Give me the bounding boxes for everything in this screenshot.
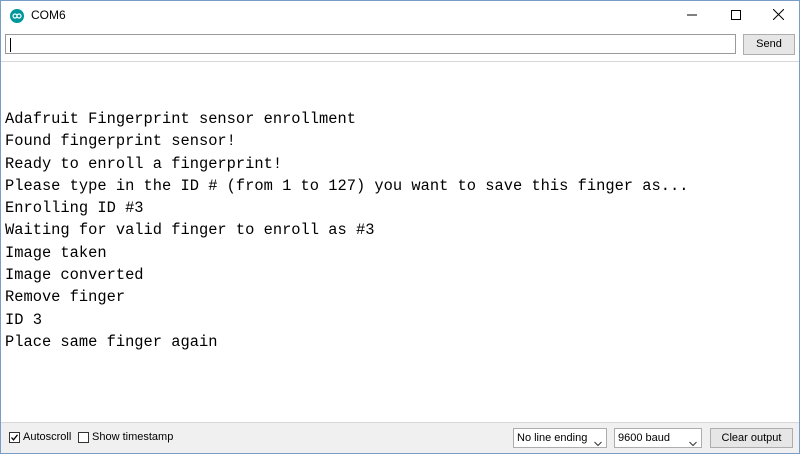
bottom-toolbar: Autoscroll Show timestamp No line ending… bbox=[1, 423, 799, 453]
send-button[interactable]: Send bbox=[743, 34, 795, 55]
autoscroll-option[interactable]: Autoscroll bbox=[9, 431, 71, 443]
title-bar[interactable]: COM6 bbox=[1, 1, 799, 31]
output-line: ID 3 bbox=[5, 310, 42, 329]
timestamp-option[interactable]: Show timestamp bbox=[78, 431, 173, 443]
minimize-button[interactable] bbox=[669, 1, 715, 31]
maximize-icon bbox=[731, 7, 741, 25]
autoscroll-checkbox[interactable] bbox=[9, 431, 20, 443]
close-icon bbox=[772, 7, 784, 25]
line-ending-value: No line ending bbox=[517, 432, 588, 444]
serial-input[interactable] bbox=[5, 34, 736, 54]
minimize-icon bbox=[687, 7, 697, 25]
baud-rate-select[interactable]: 9600 baud bbox=[614, 428, 702, 448]
line-ending-select[interactable]: No line ending bbox=[513, 428, 607, 448]
output-line: Please type in the ID # (from 1 to 127) … bbox=[5, 176, 689, 195]
output-line: Ready to enroll a fingerprint! bbox=[5, 154, 283, 173]
close-button[interactable] bbox=[755, 1, 799, 31]
output-line: Place same finger again bbox=[5, 332, 218, 351]
send-bar: Send bbox=[1, 31, 799, 62]
output-line: Waiting for valid finger to enroll as #3 bbox=[5, 221, 375, 240]
output-line: Remove finger bbox=[5, 288, 126, 307]
output-line: Image taken bbox=[5, 243, 107, 262]
autoscroll-label: Autoscroll bbox=[23, 431, 72, 443]
serial-output[interactable]: Adafruit Fingerprint sensor enrollment Fo… bbox=[1, 62, 799, 423]
timestamp-checkbox[interactable] bbox=[78, 431, 89, 443]
arduino-icon bbox=[10, 9, 24, 23]
window-title: COM6 bbox=[31, 8, 66, 22]
chevron-down-icon bbox=[594, 435, 602, 453]
chevron-down-icon bbox=[689, 435, 697, 453]
output-line: Adafruit Fingerprint sensor enrollment bbox=[5, 110, 356, 128]
output-line: Image converted bbox=[5, 266, 144, 285]
text-caret bbox=[10, 38, 11, 52]
maximize-button[interactable] bbox=[713, 1, 759, 31]
serial-monitor-window: COM6 Send Adafruit Fingerprint sensor en… bbox=[0, 0, 800, 454]
output-line: Enrolling ID #3 bbox=[5, 199, 144, 218]
timestamp-label: Show timestamp bbox=[92, 431, 174, 443]
output-line: Found fingerprint sensor! bbox=[5, 132, 236, 151]
baud-rate-value: 9600 baud bbox=[618, 432, 670, 444]
clear-output-button[interactable]: Clear output bbox=[710, 428, 793, 448]
